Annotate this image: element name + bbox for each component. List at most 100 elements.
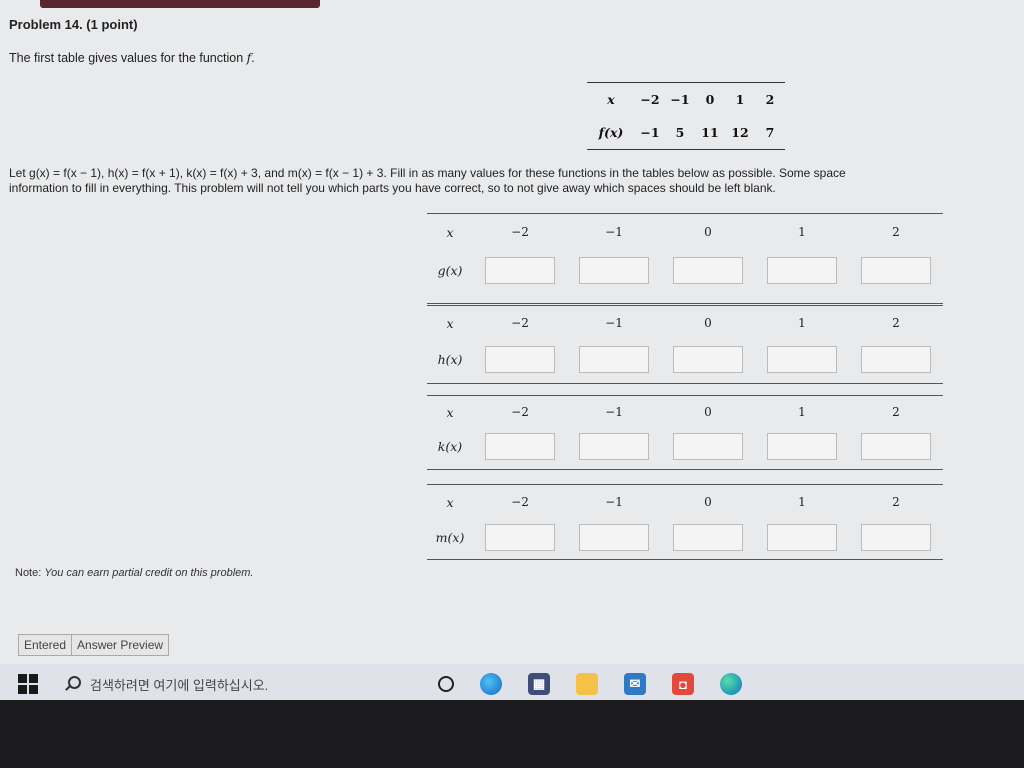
h-answer-input[interactable] — [485, 345, 555, 373]
k-cell — [755, 432, 849, 460]
k-table-x-label: x — [446, 404, 454, 420]
mail-icon[interactable]: ✉ — [624, 673, 646, 695]
g-answer-input[interactable] — [485, 256, 555, 284]
h-cell — [473, 345, 567, 373]
k-answer-input[interactable] — [861, 432, 931, 460]
k-table-fn-label: k(x) — [437, 438, 463, 454]
m-table-x-value: 2 — [892, 495, 900, 509]
office-icon[interactable]: ◘ — [672, 673, 694, 695]
h-table-x-value: −1 — [605, 316, 623, 330]
f-table-x-value: −1 — [670, 92, 690, 107]
g-cell — [567, 256, 661, 284]
m-table-fn-label: m(x) — [435, 529, 465, 545]
browser-viewport: Problem 14. (1 point) The first table gi… — [0, 0, 1024, 700]
internet-explorer-icon[interactable] — [480, 673, 502, 695]
note-label: Note: — [15, 567, 42, 579]
store-icon[interactable]: ▦ — [528, 673, 550, 695]
f-table-fx-value: −1 — [640, 125, 660, 140]
f-table-x-row: x −2 −1 0 1 2 — [587, 83, 785, 116]
m-table-x-value: 1 — [798, 495, 806, 509]
g-cell — [473, 256, 567, 284]
f-table-fx-label: f(x) — [598, 125, 624, 140]
m-table-x-row: x −2 −1 0 1 2 — [427, 485, 943, 519]
h-answer-input[interactable] — [673, 345, 743, 373]
m-answer-input[interactable] — [767, 523, 837, 551]
g-table-x-label: x — [446, 224, 454, 240]
m-table: x −2 −1 0 1 2 m(x) — [427, 484, 943, 560]
m-table-x-value: −2 — [511, 495, 529, 509]
f-values-table: x −2 −1 0 1 2 f(x) −1 5 11 12 7 — [587, 82, 785, 150]
h-table-fn-label: h(x) — [437, 351, 463, 367]
h-answer-input[interactable] — [767, 345, 837, 373]
k-table-x-value: 2 — [892, 405, 900, 419]
h-table-x-value: 2 — [892, 316, 900, 330]
g-table-x-value: −2 — [511, 225, 529, 239]
m-answer-input[interactable] — [673, 523, 743, 551]
instructions-line-2: information to fill in everything. This … — [9, 181, 776, 195]
taskbar-search[interactable]: 검색하려면 여기에 입력하십시오. — [64, 675, 394, 694]
k-answer-input[interactable] — [485, 432, 555, 460]
table-rule — [427, 559, 943, 560]
k-table-x-value: 0 — [704, 405, 712, 419]
cortana-icon[interactable] — [438, 676, 454, 692]
g-cell — [849, 256, 943, 284]
g-table-input-row: g(x) — [427, 250, 943, 290]
m-answer-input[interactable] — [579, 523, 649, 551]
k-answer-input[interactable] — [767, 432, 837, 460]
tab-entered[interactable]: Entered — [19, 635, 73, 655]
m-cell — [567, 523, 661, 551]
m-cell — [473, 523, 567, 551]
k-answer-input[interactable] — [673, 432, 743, 460]
k-cell — [473, 432, 567, 460]
g-answer-input[interactable] — [861, 256, 931, 284]
h-cell — [755, 345, 849, 373]
h-table-x-value: 1 — [798, 316, 806, 330]
h-table-x-label: x — [446, 315, 454, 331]
search-icon — [64, 676, 81, 692]
f-table-x-value: −2 — [640, 92, 660, 107]
g-answer-input[interactable] — [579, 256, 649, 284]
m-table-x-value: 0 — [704, 495, 712, 509]
intro-text: The first table gives values for the fun… — [9, 51, 247, 65]
edge-browser-icon[interactable] — [720, 673, 742, 695]
g-table-x-value: 0 — [704, 225, 712, 239]
file-explorer-icon[interactable] — [576, 673, 598, 695]
m-cell — [755, 523, 849, 551]
k-table-x-value: 1 — [798, 405, 806, 419]
m-answer-input[interactable] — [861, 523, 931, 551]
k-table-x-value: −2 — [511, 405, 529, 419]
g-table-x-value: 2 — [892, 225, 900, 239]
h-table: x −2 −1 0 1 2 h(x) — [427, 305, 943, 384]
k-table: x −2 −1 0 1 2 k(x) — [427, 395, 943, 470]
problem-title: Problem 14. (1 point) — [9, 17, 138, 32]
h-answer-input[interactable] — [861, 345, 931, 373]
g-table-x-value: −1 — [605, 225, 623, 239]
m-cell — [849, 523, 943, 551]
m-answer-input[interactable] — [485, 523, 555, 551]
m-table-input-row: m(x) — [427, 519, 943, 555]
g-table: x −2 −1 0 1 2 g(x) — [427, 213, 943, 304]
windows-start-icon[interactable] — [18, 674, 38, 694]
intro-end: . — [251, 51, 255, 65]
tab-answer-preview[interactable]: Answer Preview — [72, 635, 168, 655]
k-table-input-row: k(x) — [427, 428, 943, 464]
f-table-x-value: 1 — [735, 92, 745, 107]
g-cell — [755, 256, 849, 284]
h-table-x-row: x −2 −1 0 1 2 — [427, 306, 943, 340]
h-table-x-value: −2 — [511, 316, 529, 330]
problem-intro: The first table gives values for the fun… — [9, 50, 255, 65]
k-answer-input[interactable] — [579, 432, 649, 460]
instructions-line-1: Let g(x) = f(x − 1), h(x) = f(x + 1), k(… — [9, 166, 846, 180]
note-text: You can earn partial credit on this prob… — [44, 567, 254, 579]
g-answer-input[interactable] — [767, 256, 837, 284]
g-answer-input[interactable] — [673, 256, 743, 284]
f-table-fx-row: f(x) −1 5 11 12 7 — [587, 116, 785, 149]
table-rule — [427, 469, 943, 470]
h-table-x-value: 0 — [704, 316, 712, 330]
f-table-x-value: 0 — [705, 92, 715, 107]
f-table-fx-value: 7 — [765, 125, 775, 140]
h-cell — [849, 345, 943, 373]
h-answer-input[interactable] — [579, 345, 649, 373]
k-table-x-value: −1 — [605, 405, 623, 419]
k-table-x-row: x −2 −1 0 1 2 — [427, 396, 943, 428]
